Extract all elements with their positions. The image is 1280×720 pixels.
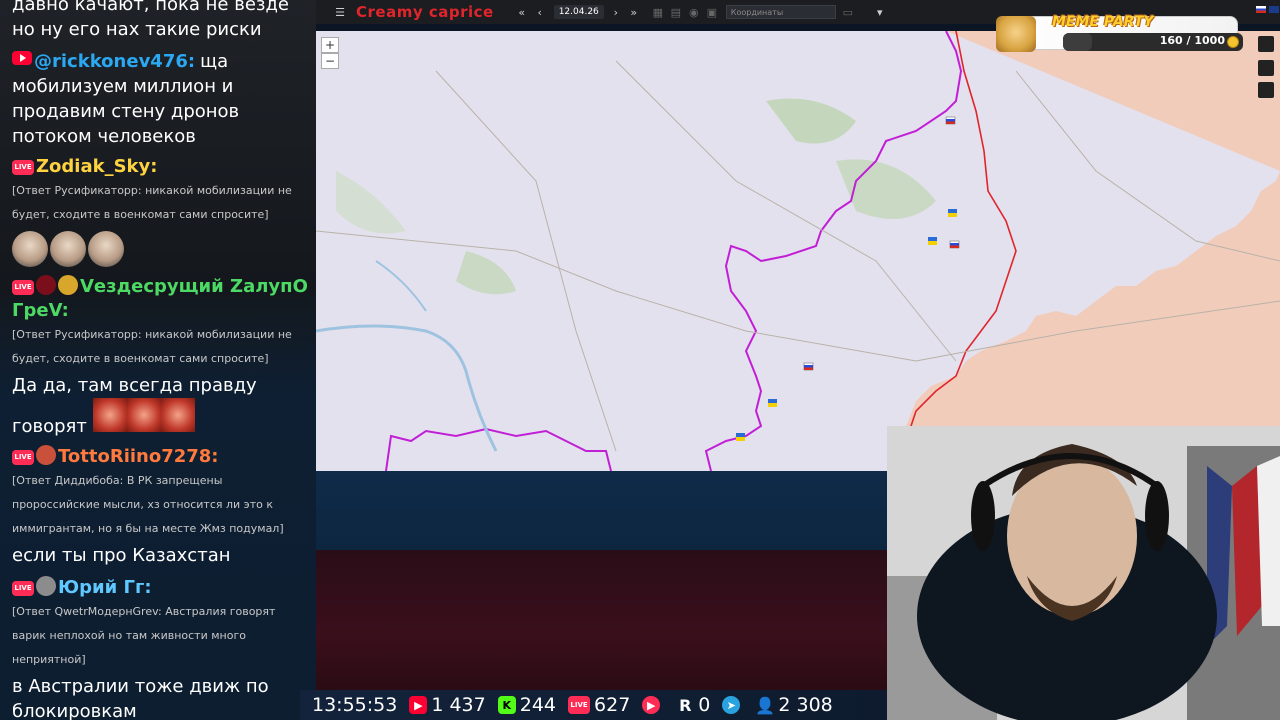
chat-author[interactable]: Юрий Гг:	[58, 577, 152, 598]
chat-message-text: давно качают, пока не везде	[12, 0, 289, 15]
emote-icon	[88, 231, 124, 267]
chat-message: LIVE Zodiak_Sky:	[12, 155, 310, 179]
chat-message: @rickkonev476: ща мобилизуем миллион и п…	[12, 49, 310, 149]
chat-panel: давно качают, пока не везде но ну его на…	[0, 0, 316, 720]
settings-icon[interactable]: ▣	[704, 4, 720, 20]
kick-viewers: K 244	[497, 694, 557, 716]
fullscreen-icon[interactable]	[1258, 82, 1274, 98]
kick-icon: K	[497, 696, 516, 714]
chat-reply-quote: [Ответ Русификаторр: никакой мобилизации…	[12, 184, 292, 221]
clock: 13:55:53	[312, 694, 398, 716]
chat-author[interactable]: Vездесрущий ZалупО ГреV:	[12, 276, 308, 321]
map-canvas[interactable]: + −	[316, 30, 1280, 471]
ruler-icon[interactable]: ▤	[668, 4, 684, 20]
chat-reply-quote: [Ответ Русификаторр: никакой мобилизации…	[12, 328, 292, 365]
r-count: 0	[698, 694, 711, 716]
telegram-viewers: ➤	[722, 696, 744, 714]
background-panel-blue	[300, 470, 890, 550]
emote-icon	[92, 398, 127, 432]
chat-reply-quote: [Ответ QwetrМодернGrev: Австралия говоря…	[12, 605, 276, 666]
emote-icon	[12, 231, 48, 267]
meme-party-title: MEME PARTY	[1052, 14, 1154, 30]
meme-party-progress: 160 / 1000	[1063, 33, 1243, 51]
chat-message: LIVE Vездесрущий ZалупО ГреV:	[12, 275, 310, 323]
layers-icon[interactable]: ▦	[650, 4, 666, 20]
copy-icon[interactable]: ▭	[840, 4, 856, 20]
wine-glass-icon	[36, 275, 56, 295]
stream-stats-bar: 13:55:53 ▶ 1 437 K 244 LIVE 627 ▶ R 0 ➤ …	[300, 690, 887, 720]
live-badge-icon: LIVE	[12, 280, 34, 295]
r-viewers: R 0	[676, 694, 710, 716]
chat-message-text: в Австралии тоже движ по блокировкам	[12, 676, 269, 720]
emote-icon	[160, 398, 195, 432]
zoom-in-button[interactable]: +	[321, 37, 339, 53]
live-viewers: LIVE 627	[568, 694, 630, 716]
background-panel-red	[300, 550, 890, 690]
total-viewers: 👤 2 308	[755, 694, 833, 716]
prev-date-icon[interactable]: ‹	[532, 4, 548, 20]
chat-message: LIVE Юрий Гг:	[12, 576, 310, 600]
live-badge-icon: LIVE	[12, 581, 34, 596]
emote-icon	[36, 576, 56, 596]
coin-icon	[1227, 36, 1239, 48]
webcam-feed	[887, 426, 1280, 720]
live-count: 627	[594, 694, 631, 716]
language-flags[interactable]	[1256, 6, 1280, 18]
chat-message-text: если ты про Казахстан	[12, 545, 231, 566]
emote-icon	[126, 398, 161, 432]
live-badge-icon: LIVE	[12, 450, 34, 465]
r-icon: R	[679, 695, 692, 715]
last-date-icon[interactable]: »	[626, 4, 642, 20]
chat-author[interactable]: Zodiak_Sky:	[36, 156, 157, 177]
chat-reply-quote: [Ответ Диддибоба: В РК запрещены проросс…	[12, 474, 284, 535]
chat-message-text: Да да, там всегда правду говорят	[12, 373, 310, 439]
map-title: Creamy caprice	[356, 3, 494, 21]
live-badge-icon: LIVE	[12, 160, 34, 175]
emote-row	[12, 231, 310, 269]
ru-flag-icon[interactable]	[1256, 6, 1266, 13]
rutube-viewers: ▶	[642, 696, 664, 714]
webcam-image	[887, 426, 1280, 720]
chat-author[interactable]: TottoRiino7278:	[58, 446, 219, 467]
chat-author[interactable]: @rickkonev476:	[34, 51, 195, 72]
print-icon[interactable]: ▾	[872, 4, 888, 20]
live-icon: LIVE	[568, 696, 591, 714]
youtube-count: 1 437	[431, 694, 486, 716]
total-count: 2 308	[778, 694, 833, 716]
uk-flag-icon[interactable]	[1268, 6, 1279, 13]
user-icon: 👤	[755, 695, 776, 715]
emote-icon	[50, 231, 86, 267]
youtube-viewers: ▶ 1 437	[409, 694, 486, 716]
telegram-icon: ➤	[722, 696, 741, 714]
zoom-out-button[interactable]: −	[321, 53, 339, 69]
meme-party-widget: 160 / 1000 MEME PARTY	[992, 14, 1246, 52]
emote-icon	[36, 445, 56, 465]
meme-party-count: 160 / 1000	[1159, 34, 1225, 47]
camera-icon[interactable]: ◉	[686, 4, 702, 20]
map-svg	[316, 30, 1280, 471]
kick-count: 244	[519, 694, 557, 716]
first-date-icon[interactable]: «	[514, 4, 530, 20]
chat-message-text: но ну его нах такие риски	[12, 19, 262, 40]
draw-icon[interactable]	[1258, 60, 1274, 76]
coords-input[interactable]: Координаты	[725, 5, 836, 19]
next-date-icon[interactable]: ›	[608, 4, 624, 20]
rutube-icon: ▶	[642, 696, 661, 714]
menu-icon[interactable]: ☰	[332, 4, 348, 20]
date-field[interactable]: 12.04.26	[553, 5, 604, 19]
youtube-icon: ▶	[409, 696, 428, 714]
youtube-badge-icon	[12, 51, 32, 65]
meme-party-progress-fill	[1063, 33, 1092, 51]
map-window: ☰ Creamy caprice « ‹ 12.04.26 › » ▦ ▤ ◉ …	[316, 0, 1280, 471]
chat-message: LIVE TottoRiino7278:	[12, 445, 310, 469]
doge-icon	[996, 16, 1036, 52]
tool-icon[interactable]	[1258, 36, 1274, 52]
emote-icon	[58, 275, 78, 295]
